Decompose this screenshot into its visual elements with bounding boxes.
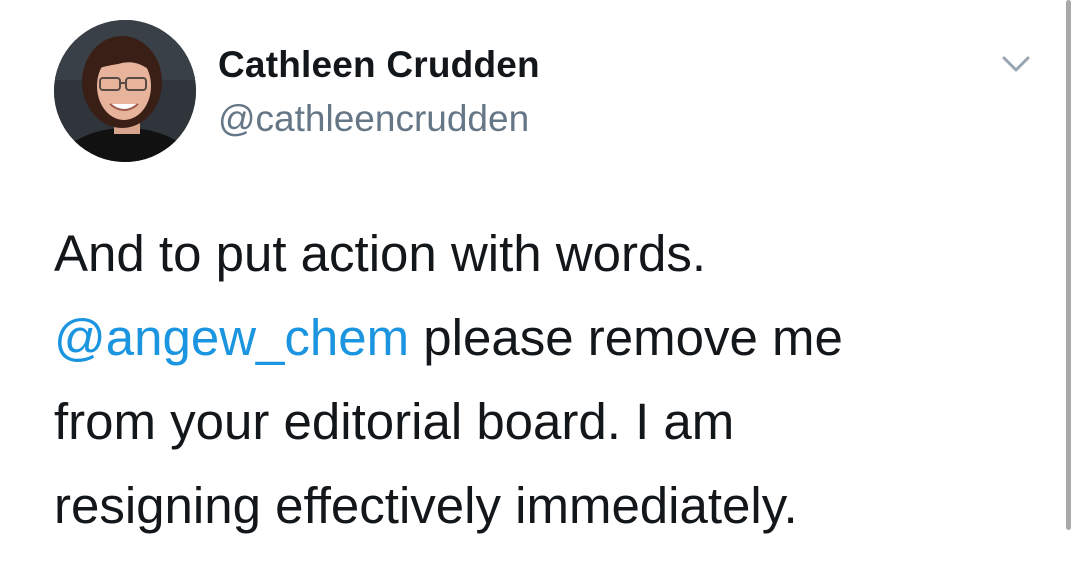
author-handle[interactable]: @cathleencrudden — [218, 98, 529, 140]
tweet-text-segment: please remove me — [409, 309, 843, 366]
profile-photo — [54, 20, 196, 162]
mention-link[interactable]: @angew_chem — [54, 309, 409, 366]
chevron-down-icon — [1002, 56, 1030, 72]
tweet-card: Cathleen Crudden @cathleencrudden And to… — [0, 0, 1080, 578]
tweet-text-line: @angew_chem please remove me — [54, 296, 1014, 380]
scrollbar[interactable] — [1066, 0, 1071, 530]
tweet-menu-button[interactable] — [996, 46, 1036, 82]
tweet-text-line: resigning effectively immediately. — [54, 477, 798, 534]
avatar[interactable] — [54, 20, 196, 162]
tweet-text: And to put action with words. @angew_che… — [54, 212, 1014, 548]
tweet-text-line: And to put action with words. — [54, 225, 707, 282]
tweet-text-line: from your editorial board. I am — [54, 393, 735, 450]
author-display-name[interactable]: Cathleen Crudden — [218, 44, 540, 86]
